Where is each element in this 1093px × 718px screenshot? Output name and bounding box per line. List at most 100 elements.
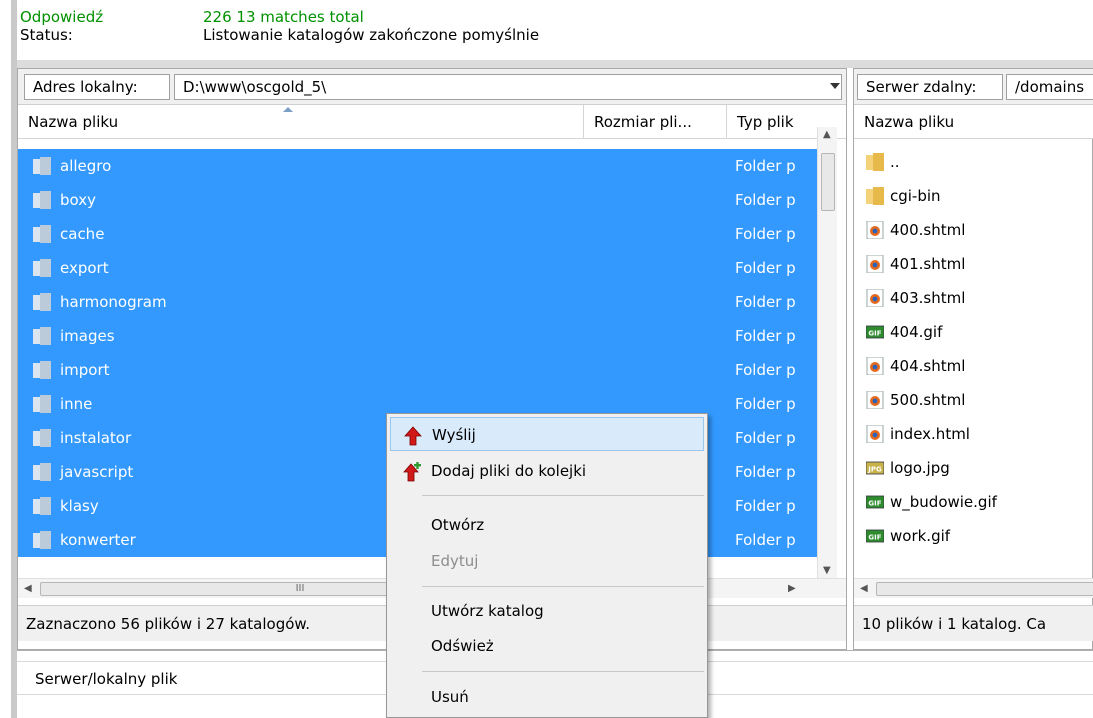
menu-item-delete[interactable]: Usuń bbox=[390, 680, 704, 714]
menu-item-label: Wyślij bbox=[432, 426, 476, 444]
folder-icon bbox=[33, 259, 51, 277]
h-scroll-thumb[interactable] bbox=[876, 582, 1093, 596]
remote-address-label: Serwer zdalny: bbox=[857, 74, 1003, 100]
file-type: Folder p bbox=[735, 531, 796, 549]
column-header-size[interactable]: Rozmiar pli... bbox=[584, 105, 727, 139]
list-item[interactable]: JPG logo.jpg bbox=[854, 451, 1093, 485]
file-name: export bbox=[60, 259, 109, 277]
file-name: inne bbox=[60, 395, 93, 413]
local-address-bar: Adres lokalny: D:\www\oscgold_5\ bbox=[18, 69, 846, 105]
menu-item-edit: Edytuj bbox=[431, 552, 479, 570]
folder-icon bbox=[33, 157, 51, 175]
list-item[interactable]: 404.shtml bbox=[854, 349, 1093, 383]
remote-horizontal-scrollbar[interactable]: ◀ bbox=[854, 578, 1093, 598]
list-item[interactable]: 400.shtml bbox=[854, 213, 1093, 247]
file-name: 500.shtml bbox=[890, 391, 966, 409]
file-name: work.gif bbox=[890, 527, 951, 545]
list-item[interactable]: export Folder p bbox=[18, 251, 817, 285]
folder-icon bbox=[33, 531, 51, 549]
file-name: 404.gif bbox=[890, 323, 943, 341]
jpg-file-icon: JPG bbox=[866, 461, 884, 475]
file-name: 400.shtml bbox=[890, 221, 966, 239]
menu-item-add-to-queue[interactable]: Dodaj pliki do kolejki bbox=[390, 454, 704, 488]
list-item[interactable]: .. bbox=[854, 145, 1093, 179]
log-value: Listowanie katalogów zakończone pomyślni… bbox=[203, 26, 540, 44]
splitter[interactable] bbox=[17, 60, 1093, 68]
gif-file-icon: GIF bbox=[866, 325, 884, 339]
context-menu: Wyślij Dodaj pliki do kolejki Otwórz Edy… bbox=[386, 413, 708, 718]
gif-file-icon: GIF bbox=[866, 529, 884, 543]
menu-item-upload[interactable]: Wyślij bbox=[390, 417, 704, 451]
remote-list-header: Nazwa pliku bbox=[854, 105, 1093, 139]
file-name: images bbox=[60, 327, 115, 345]
folder-icon bbox=[866, 153, 884, 171]
gif-file-icon: GIF bbox=[866, 495, 884, 509]
file-type: Folder p bbox=[735, 191, 796, 209]
local-path-input[interactable]: D:\www\oscgold_5\ bbox=[174, 74, 842, 100]
file-type: Folder p bbox=[735, 157, 796, 175]
folder-icon bbox=[33, 361, 51, 379]
file-type: Folder p bbox=[735, 429, 796, 447]
menu-item-create-directory[interactable]: Utwórz katalog bbox=[390, 594, 704, 628]
menu-item-open[interactable]: Otwórz bbox=[390, 508, 704, 542]
list-item[interactable]: GIF work.gif bbox=[854, 519, 1093, 553]
html-file-icon bbox=[866, 391, 884, 409]
file-name: harmonogram bbox=[60, 293, 167, 311]
html-file-icon bbox=[866, 221, 884, 239]
scroll-thumb[interactable] bbox=[821, 153, 835, 211]
folder-icon bbox=[33, 497, 51, 515]
column-header-type[interactable]: Typ plik bbox=[727, 105, 827, 139]
scroll-right-icon[interactable]: ▶ bbox=[788, 583, 796, 594]
list-item[interactable]: GIF w_budowie.gif bbox=[854, 485, 1093, 519]
file-name: 403.shtml bbox=[890, 289, 966, 307]
html-file-icon bbox=[866, 357, 884, 375]
file-type: Folder p bbox=[735, 225, 796, 243]
remote-status-bar: 10 plików i 1 katalog. Ca bbox=[854, 605, 1093, 641]
menu-item-refresh[interactable]: Odśwież bbox=[390, 629, 704, 663]
scroll-left-icon[interactable]: ◀ bbox=[860, 583, 868, 594]
sort-ascending-icon bbox=[283, 107, 293, 112]
column-header-name[interactable]: Nazwa pliku bbox=[854, 105, 1093, 139]
list-item[interactable]: allegro Folder p bbox=[18, 149, 817, 183]
list-item[interactable]: index.html bbox=[854, 417, 1093, 451]
file-name: index.html bbox=[890, 425, 970, 443]
add-to-queue-icon bbox=[403, 462, 421, 482]
remote-address-bar: Serwer zdalny: /domains bbox=[854, 69, 1093, 105]
remote-file-list: .. cgi-bin 400.shtml 401.shtml 403.shtml GIF 4… bbox=[854, 143, 1093, 578]
file-name: konwerter bbox=[60, 531, 136, 549]
list-item[interactable]: boxy Folder p bbox=[18, 183, 817, 217]
file-name: instalator bbox=[60, 429, 132, 447]
file-name: 401.shtml bbox=[890, 255, 966, 273]
list-item[interactable]: 403.shtml bbox=[854, 281, 1093, 315]
local-list-header: Nazwa pliku Rozmiar pli... Typ plik bbox=[18, 105, 846, 139]
scroll-left-icon[interactable]: ◀ bbox=[24, 583, 32, 594]
upload-arrow-icon bbox=[404, 426, 422, 446]
chevron-down-icon[interactable] bbox=[830, 83, 840, 89]
file-name: 404.shtml bbox=[890, 357, 966, 375]
file-type: Folder p bbox=[735, 259, 796, 277]
svg-text:GIF: GIF bbox=[868, 329, 881, 337]
remote-path-input[interactable]: /domains bbox=[1006, 74, 1093, 100]
svg-text:JPG: JPG bbox=[867, 465, 882, 473]
scroll-up-icon[interactable]: ▲ bbox=[823, 129, 831, 140]
file-type: Folder p bbox=[735, 463, 796, 481]
file-name: klasy bbox=[60, 497, 99, 515]
list-item[interactable]: 500.shtml bbox=[854, 383, 1093, 417]
folder-icon bbox=[33, 191, 51, 209]
list-item[interactable]: GIF 404.gif bbox=[854, 315, 1093, 349]
list-item[interactable]: harmonogram Folder p bbox=[18, 285, 817, 319]
local-vertical-scrollbar[interactable]: ▲ ▼ bbox=[817, 127, 837, 578]
list-item[interactable]: cache Folder p bbox=[18, 217, 817, 251]
file-name: boxy bbox=[60, 191, 96, 209]
menu-item-label: Dodaj pliki do kolejki bbox=[431, 462, 587, 480]
list-item[interactable]: 401.shtml bbox=[854, 247, 1093, 281]
file-type: Folder p bbox=[735, 327, 796, 345]
local-address-label: Adres lokalny: bbox=[24, 74, 170, 100]
scroll-down-icon[interactable]: ▼ bbox=[823, 565, 831, 576]
folder-icon bbox=[33, 395, 51, 413]
list-item[interactable]: images Folder p bbox=[18, 319, 817, 353]
column-header-name[interactable]: Nazwa pliku bbox=[18, 105, 584, 139]
list-item[interactable]: import Folder p bbox=[18, 353, 817, 387]
list-item[interactable]: cgi-bin bbox=[854, 179, 1093, 213]
svg-text:GIF: GIF bbox=[868, 499, 881, 507]
